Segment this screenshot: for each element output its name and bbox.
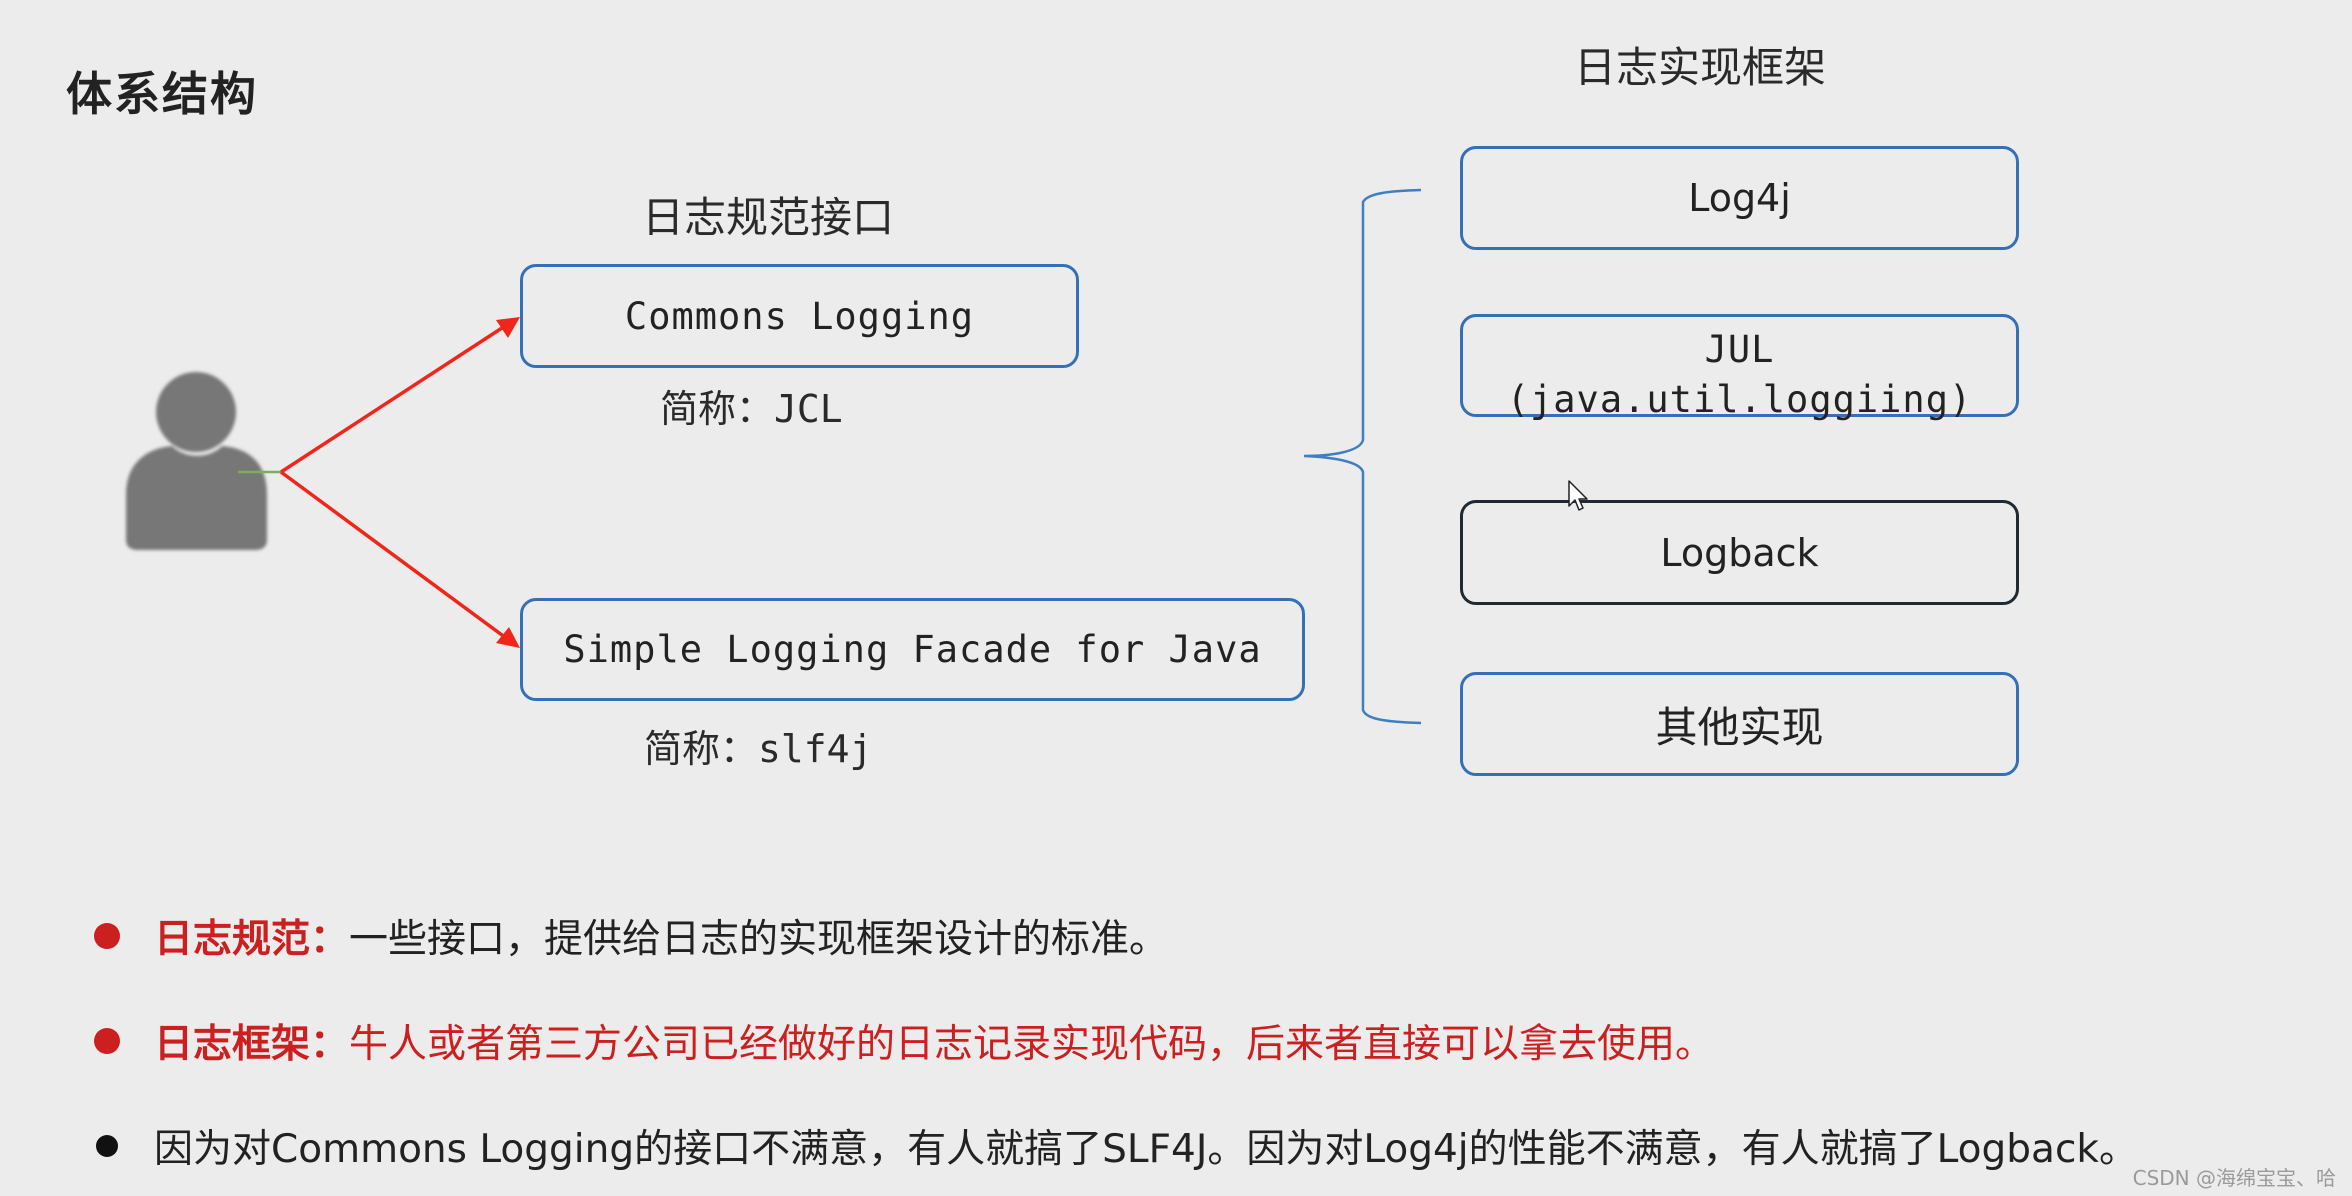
- impl-box-label: Logback: [1660, 530, 1819, 575]
- impl-box-label: Log4j: [1688, 176, 1791, 220]
- spec-box-label: Commons Logging: [624, 294, 975, 338]
- arrow-to-jcl: [280, 317, 520, 474]
- bullet-item: 日志规范： 一些接口，提供给日志的实现框架设计的标准。: [94, 908, 1168, 964]
- impl-box-other: 其他实现: [1460, 672, 2019, 776]
- impl-box-label: 其他实现: [1655, 702, 1824, 752]
- page-title: 体系结构: [66, 67, 258, 121]
- impl-box-label: JUL: [1704, 327, 1775, 371]
- bullet-dot-icon: [96, 1135, 118, 1157]
- abbrev-label: 简称：: [660, 387, 775, 431]
- bullet-text: 牛人或者第三方公司已经做好的日志记录实现代码，后来者直接可以拿去使用。: [349, 1022, 1715, 1067]
- abbrev-slf4j: 简称：slf4j: [644, 718, 872, 773]
- impl-box-logback: Logback: [1460, 500, 2019, 605]
- mouse-cursor-icon: [1568, 480, 1588, 511]
- bullet-dot-icon: [94, 923, 120, 949]
- abbrev-label: 简称：: [644, 727, 759, 771]
- spec-box-slf4j: Simple Logging Facade for Java: [520, 598, 1305, 701]
- spec-heading: 日志规范接口: [641, 193, 895, 242]
- user-icon-body: [126, 446, 267, 550]
- impl-heading: 日志实现框架: [1573, 43, 1827, 92]
- abbrev-value: JCL: [774, 387, 843, 431]
- user-icon: [126, 372, 267, 550]
- bullet-term: 日志规范：: [154, 917, 350, 962]
- impl-box-sublabel: (java.util.loggiing): [1506, 377, 1973, 421]
- bullet-term: 日志框架：: [154, 1022, 350, 1067]
- impl-box-log4j: Log4j: [1460, 146, 2019, 250]
- bullet-text: 因为对Commons Logging的接口不满意，有人就搞了SLF4J。因为对L…: [154, 1127, 2138, 1172]
- bullet-text: 一些接口，提供给日志的实现框架设计的标准。: [349, 917, 1169, 962]
- watermark: CSDN @海绵宝宝、哈: [2132, 1166, 2336, 1190]
- impl-brace: [1303, 188, 1422, 725]
- bullet-item: 因为对Commons Logging的接口不满意，有人就搞了SLF4J。因为对L…: [94, 1118, 2138, 1174]
- user-icon-head: [156, 372, 236, 452]
- spec-box-commons-logging: Commons Logging: [520, 264, 1079, 368]
- bullet-item: 日志框架： 牛人或者第三方公司已经做好的日志记录实现代码，后来者直接可以拿去使用…: [94, 1013, 1714, 1069]
- spec-box-label: Simple Logging Facade for Java: [563, 628, 1262, 671]
- abbrev-jcl: 简称：JCL: [660, 378, 843, 433]
- arrow-to-slf4j: [279, 470, 520, 648]
- bullet-dot-icon: [94, 1028, 120, 1054]
- impl-box-jul: JUL (java.util.loggiing): [1460, 314, 2019, 421]
- abbrev-value: slf4j: [758, 727, 873, 771]
